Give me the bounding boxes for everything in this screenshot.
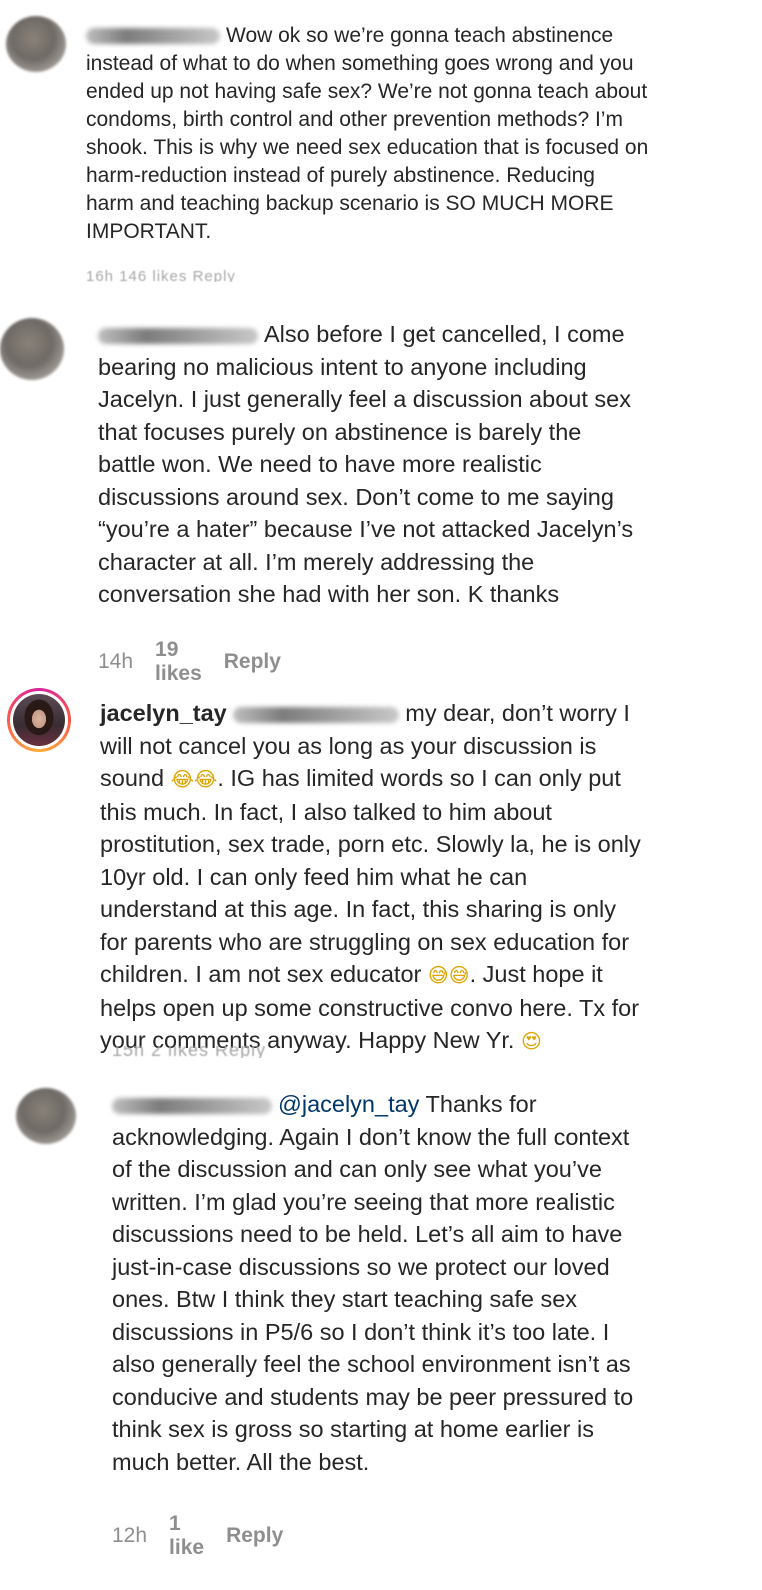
likes-count[interactable]: 19 likes [155,638,202,686]
comment-meta: 14h 19 likes Reply [98,638,281,686]
heart-eyes-emoji: 😍 [521,1029,542,1053]
reply-button[interactable]: Reply [224,650,281,674]
avatar[interactable] [16,1088,76,1144]
avatar [13,694,65,746]
blurred-username[interactable] [86,28,220,45]
laughing-emoji: 😂😂 [170,767,218,791]
comment-time: 14h [98,650,134,673]
comment-meta-faded: 16h 146 likes Reply [86,268,236,282]
comment-username[interactable]: jacelyn_tay [100,700,227,726]
comment-meta-faded: 15h 2 likes Reply [112,1046,267,1058]
comment-meta: 12h 1 like Reply [112,1512,283,1560]
sweat-smile-emoji: 😅😅 [427,963,470,987]
comment-text: Also before I get cancelled, I come bear… [98,321,634,607]
comment-meta-clipped: 15h 2 likes Reply [112,1046,352,1058]
comment-meta-clipped: 16h 146 likes Reply [86,268,326,282]
mention-link[interactable]: @jacelyn_tay [278,1091,419,1117]
comment-text: Wow ok so we’re gonna teach abstinence i… [86,24,649,243]
blurred-username[interactable] [98,327,258,344]
comment-text: @jacelyn_tay Thanks for acknowledging. A… [112,1091,634,1475]
likes-count[interactable]: 1 like [169,1512,204,1560]
reply-button[interactable]: Reply [226,1524,283,1548]
blurred-username[interactable] [112,1097,272,1114]
avatar-story-ring[interactable] [7,688,71,752]
avatar[interactable] [0,318,64,380]
blurred-mention[interactable] [233,706,400,723]
comment-text: jacelyn_tay my dear, don’t worry I will … [100,700,641,1053]
comment-time: 12h [112,1524,148,1547]
avatar[interactable] [6,16,66,72]
